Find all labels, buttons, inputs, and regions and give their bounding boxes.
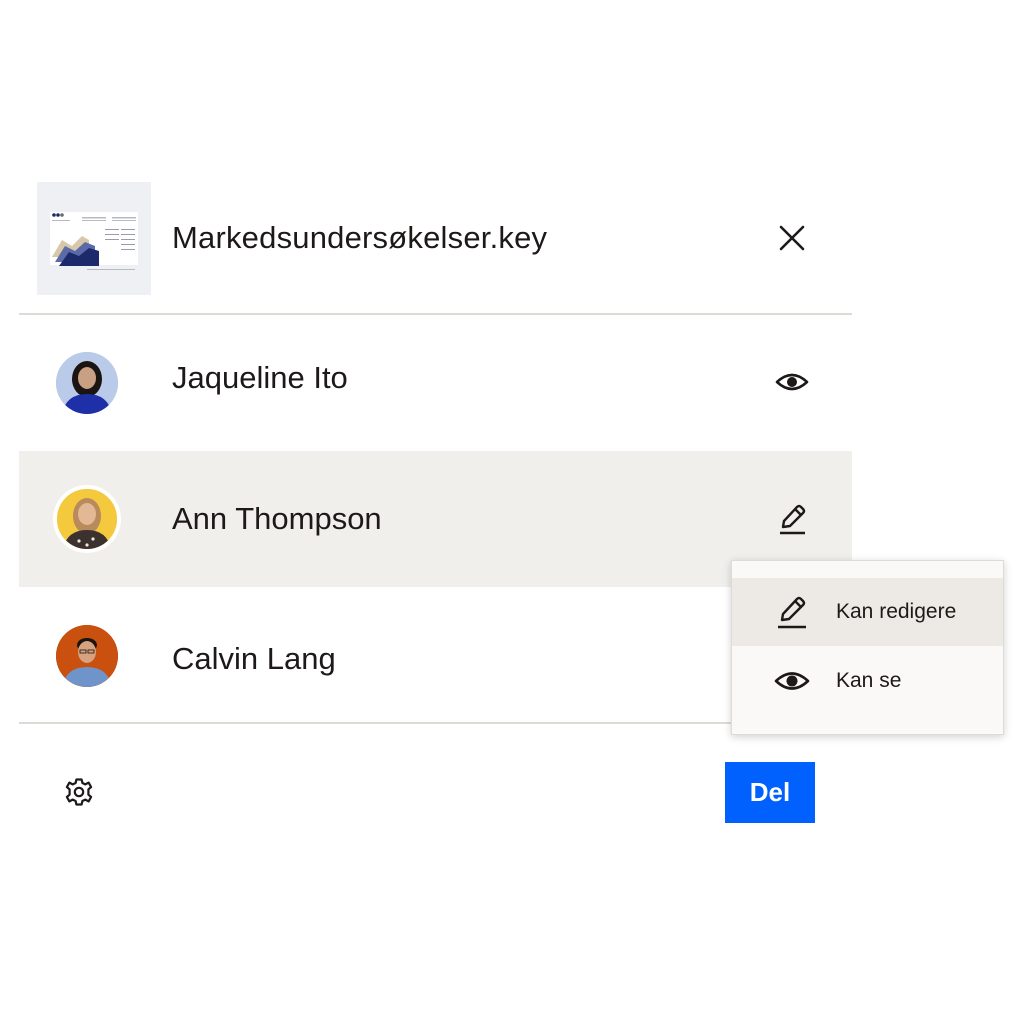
eye-icon[interactable] — [775, 370, 809, 394]
permission-toggle[interactable] — [772, 499, 812, 539]
menu-item-icon — [772, 661, 812, 701]
person-avatar-icon — [56, 352, 118, 414]
person-name: Ann Thompson — [172, 501, 382, 536]
menu-item-icon — [772, 592, 812, 632]
person-name: Jaqueline Ito — [172, 360, 348, 395]
person-name: Calvin Lang — [172, 641, 336, 676]
file-thumbnail — [37, 182, 151, 295]
close-button[interactable] — [772, 218, 812, 258]
avatar — [56, 625, 118, 687]
permission-toggle[interactable] — [772, 362, 812, 402]
close-icon[interactable] — [779, 225, 805, 251]
gear-icon[interactable] — [64, 777, 94, 807]
pencil-icon[interactable] — [778, 503, 806, 535]
person-avatar-icon — [56, 625, 118, 687]
avatar — [56, 352, 118, 414]
keynote-slide-thumbnail-icon — [37, 182, 151, 295]
file-name: Markedsundersøkelser.key — [172, 220, 548, 255]
menu-item-label: Kan redigere — [836, 600, 957, 623]
footer-divider — [19, 722, 852, 724]
menu-item-can-edit[interactable]: Kan redigere — [732, 578, 1003, 646]
person-row-jaqueline-ito[interactable]: Jaqueline Ito — [19, 315, 852, 451]
eye-icon — [774, 672, 810, 690]
person-row-calvin-lang[interactable]: Calvin Lang — [19, 587, 852, 723]
menu-item-can-view[interactable]: Kan se — [732, 647, 1003, 715]
avatar — [53, 485, 121, 553]
person-avatar-icon — [57, 489, 117, 549]
permission-menu: Kan redigere Kan se — [731, 560, 1004, 735]
settings-button[interactable] — [61, 774, 97, 810]
pencil-icon — [778, 596, 806, 629]
person-row-ann-thompson[interactable]: Ann Thompson — [19, 451, 852, 587]
share-button[interactable]: Del — [725, 762, 815, 823]
menu-item-label: Kan se — [836, 669, 902, 692]
